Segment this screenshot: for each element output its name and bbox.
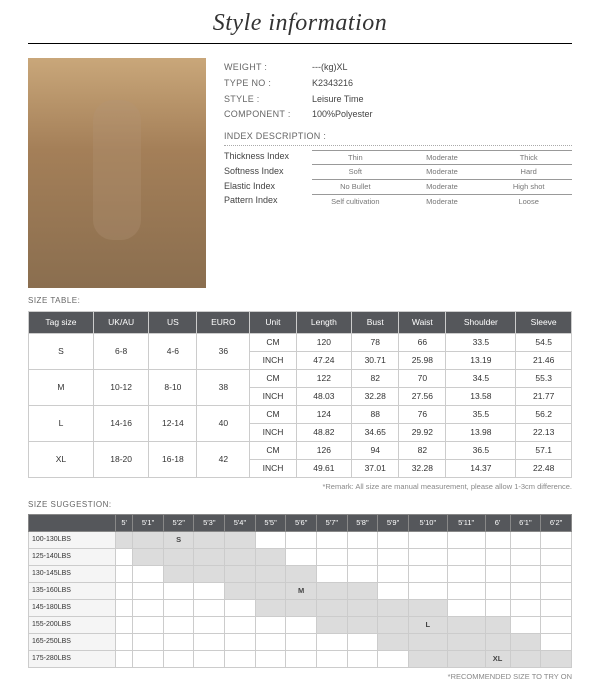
size-col: Shoulder <box>446 311 516 333</box>
size-table: Tag sizeUK/AUUSEUROUnitLengthBustWaistSh… <box>28 311 572 478</box>
table-row: 130-145LBS <box>29 565 572 582</box>
height-col: 6' <box>485 515 510 532</box>
idx-thickness: Thickness IndexThinModerateThick <box>224 150 572 165</box>
idx-elastic: Elastic IndexNo BulletModerateHigh shot <box>224 179 572 194</box>
top-section: WEIGHT :---(kg)XL TYPE NO :K2343216 STYL… <box>28 58 572 288</box>
size-col: Bust <box>352 311 399 333</box>
table-row: M10-128-1038CM122827034.555.3 <box>29 369 572 387</box>
table-row: 165-250LBS <box>29 633 572 650</box>
size-col: US <box>149 311 197 333</box>
height-col: 5'3" <box>194 515 225 532</box>
height-col: 5'5" <box>255 515 286 532</box>
size-col: Length <box>296 311 352 333</box>
product-image <box>28 58 206 288</box>
divider <box>28 43 572 44</box>
kv-style: STYLE :Leisure Time <box>224 94 572 106</box>
size-col: Waist <box>399 311 446 333</box>
height-col: 5'8" <box>347 515 378 532</box>
table-row: 125-140LBS <box>29 548 572 565</box>
kv-type: TYPE NO :K2343216 <box>224 78 572 90</box>
idx-softness: Softness IndexSoftModerateHard <box>224 164 572 179</box>
height-col: 5' <box>116 515 133 532</box>
kv-component: COMPONENT :100%Polyester <box>224 109 572 121</box>
height-col: 5'7" <box>316 515 347 532</box>
height-col: 5'6" <box>286 515 317 532</box>
height-col: 5'9" <box>378 515 409 532</box>
height-col: 5'2" <box>163 515 194 532</box>
size-table-header: SIZE TABLE: <box>28 296 572 306</box>
size-remark: *Remark: All size are manual measurement… <box>28 482 572 492</box>
suggestion-table: 5'5'1"5'2"5'3"5'4"5'5"5'6"5'7"5'8"5'9"5'… <box>28 514 572 668</box>
height-col: 6'1" <box>510 515 541 532</box>
size-col: Sleeve <box>516 311 572 333</box>
kv-weight: WEIGHT :---(kg)XL <box>224 62 572 74</box>
table-row: 155-200LBSL <box>29 616 572 633</box>
idx-pattern: Pattern IndexSelf cultivationModerateLoo… <box>224 194 572 209</box>
table-row: 175-280LBSXL <box>29 650 572 667</box>
table-row: 135-160LBSM <box>29 582 572 599</box>
size-col: Tag size <box>29 311 94 333</box>
table-row: 100-130LBSS <box>29 531 572 548</box>
table-row: L14-1612-1440CM124887635.556.2 <box>29 405 572 423</box>
height-col: 5'1" <box>133 515 164 532</box>
suggestion-header: SIZE SUGGESTION: <box>28 500 572 510</box>
size-col: UK/AU <box>93 311 149 333</box>
height-col: 5'11" <box>447 515 485 532</box>
size-col: Unit <box>250 311 296 333</box>
table-row: 145-180LBS <box>29 599 572 616</box>
height-col: 5'4" <box>225 515 256 532</box>
index-header: INDEX DESCRIPTION : <box>224 131 572 146</box>
height-col: 6'2" <box>541 515 572 532</box>
page-title: Style information <box>28 0 572 43</box>
table-row: S6-84-636CM120786633.554.5 <box>29 333 572 351</box>
suggestion-remark: *RECOMMENDED SIZE TO TRY ON <box>28 672 572 682</box>
product-info: WEIGHT :---(kg)XL TYPE NO :K2343216 STYL… <box>224 58 572 288</box>
size-col: EURO <box>197 311 250 333</box>
height-col: 5'10" <box>408 515 447 532</box>
table-row: XL18-2016-1842CM126948236.557.1 <box>29 441 572 459</box>
